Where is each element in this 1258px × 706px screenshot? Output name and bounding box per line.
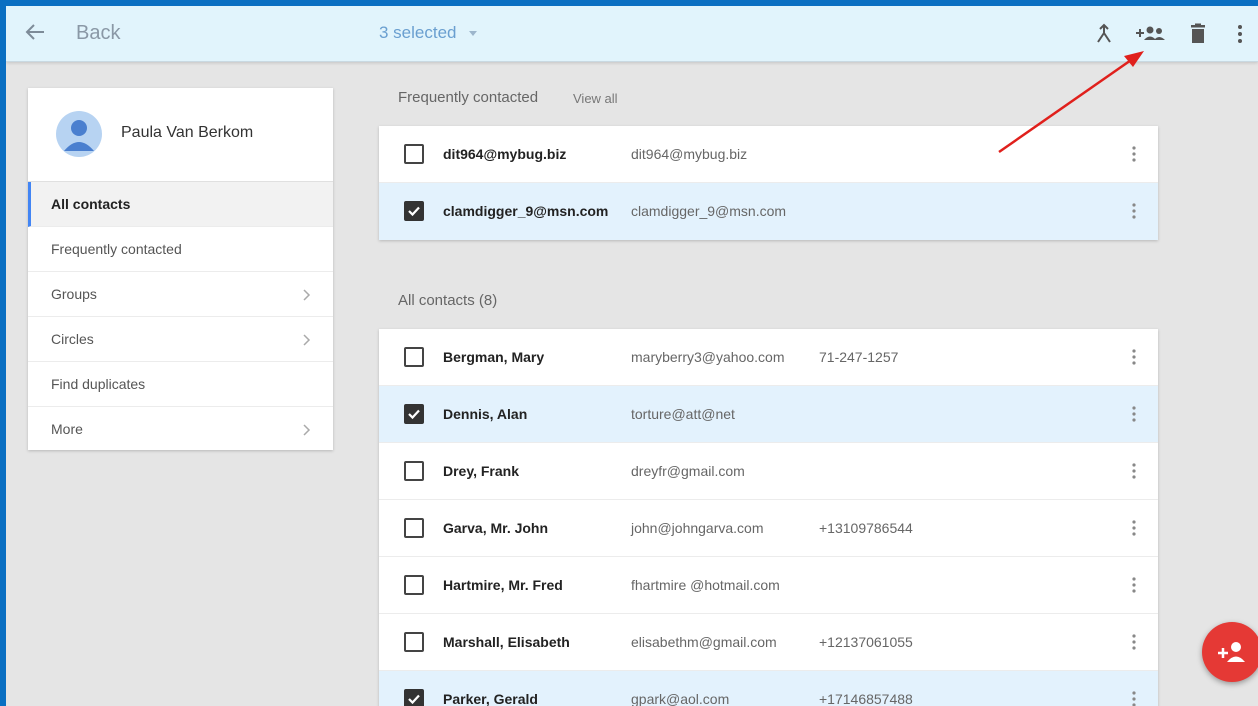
sidebar-item-all-contacts[interactable]: All contacts [28,182,333,227]
sidebar-item-frequently-contacted[interactable]: Frequently contacted [28,227,333,272]
chevron-down-icon [468,30,477,36]
sidebar-item-find-duplicates[interactable]: Find duplicates [28,362,333,407]
row-more-icon[interactable] [1132,202,1136,220]
contact-phone: +17146857488 [819,691,913,706]
contact-name: Parker, Gerald [443,691,538,706]
chevron-right-icon [303,334,311,346]
select-checkbox[interactable] [404,575,424,595]
contact-phone: +13109786544 [819,520,913,536]
add-contact-fab[interactable] [1202,622,1258,682]
check-icon [408,206,420,217]
contact-name: Garva, Mr. John [443,520,549,536]
sidebar-item-label: Frequently contacted [51,241,182,257]
sidebar-item-label: More [51,421,83,437]
select-checkbox[interactable] [404,201,424,221]
row-more-icon[interactable] [1132,348,1136,366]
check-icon [408,694,420,705]
contact-email: john@johngarva.com [631,520,764,536]
contact-email: elisabethm@gmail.com [631,634,777,650]
select-checkbox[interactable] [404,404,424,424]
contact-row[interactable]: Hartmire, Mr. Fred fhartmire @hotmail.com [379,557,1158,614]
contact-email: gpark@aol.com [631,691,730,706]
app-window: Back 3 selected Paula Van Berkom All con… [6,6,1258,706]
profile-header: Paula Van Berkom [28,88,333,182]
profile-name: Paula Van Berkom [121,124,254,141]
contact-name: Marshall, Elisabeth [443,634,570,650]
delete-icon[interactable] [1186,22,1210,46]
contact-row[interactable]: Bergman, Mary maryberry3@yahoo.com 71-247-… [379,329,1158,386]
row-more-icon[interactable] [1132,462,1136,480]
sidebar-item-more[interactable]: More [28,407,333,452]
sidebar: Paula Van Berkom All contacts Frequently … [28,88,333,450]
more-vert-icon[interactable] [1234,22,1246,46]
contact-row[interactable]: clamdigger_9@msn.com clamdigger_9@msn.com [379,183,1158,240]
chevron-right-icon [303,424,311,436]
chevron-right-icon [303,289,311,301]
contact-name: clamdigger_9@msn.com [443,203,609,219]
select-checkbox[interactable] [404,347,424,367]
contact-name: Bergman, Mary [443,349,545,365]
sidebar-item-circles[interactable]: Circles [28,317,333,362]
contact-name: Hartmire, Mr. Fred [443,577,563,593]
back-button[interactable]: Back [76,22,120,45]
contact-email: clamdigger_9@msn.com [631,203,787,219]
all-contacts-heading: All contacts (8) [398,292,498,309]
sidebar-item-label: Find duplicates [51,376,146,392]
contact-row[interactable]: Dennis, Alan torture@att@net [379,386,1158,443]
row-more-icon[interactable] [1132,405,1136,423]
contact-row[interactable]: Parker, Gerald gpark@aol.com +17146857488 [379,671,1158,706]
contact-email: maryberry3@yahoo.com [631,349,785,365]
sidebar-item-label: All contacts [51,196,131,212]
contact-name: Dennis, Alan [443,406,528,422]
select-checkbox[interactable] [404,689,424,706]
select-checkbox[interactable] [404,632,424,652]
contact-name: Drey, Frank [443,463,519,479]
row-more-icon[interactable] [1132,690,1136,706]
selection-toolbar: Back 3 selected [6,6,1258,62]
select-checkbox[interactable] [404,461,424,481]
add-person-icon [1218,642,1245,662]
contact-email: torture@att@net [631,406,735,422]
selection-count-label: 3 selected [379,23,457,42]
selection-dropdown[interactable]: 3 selected [379,23,477,43]
person-icon [64,120,94,151]
select-checkbox[interactable] [404,144,424,164]
merge-icon[interactable] [1092,22,1116,46]
check-icon [408,409,420,420]
all-contacts-card: Bergman, Mary maryberry3@yahoo.com 71-247-… [379,329,1158,706]
avatar[interactable] [56,111,102,157]
contact-name: dit964@mybug.biz [443,146,567,162]
sidebar-nav: All contacts Frequently contacted Groups Ci… [28,182,333,452]
contact-row[interactable]: Garva, Mr. John john@johngarva.com +131097… [379,500,1158,557]
sidebar-item-label: Groups [51,286,97,302]
sidebar-item-groups[interactable]: Groups [28,272,333,317]
contact-phone: 71-247-1257 [819,349,899,365]
contact-phone: +12137061055 [819,634,913,650]
row-more-icon[interactable] [1132,519,1136,537]
add-to-group-icon[interactable] [1134,22,1168,46]
frequent-contacts-card: dit964@mybug.biz dit964@mybug.biz clamdigg… [379,126,1158,240]
contact-row[interactable]: dit964@mybug.biz dit964@mybug.biz [379,126,1158,183]
contact-email: dreyfr@gmail.com [631,463,745,479]
select-checkbox[interactable] [404,518,424,538]
sidebar-item-label: Circles [51,331,94,347]
contact-row[interactable]: Drey, Frank dreyfr@gmail.com [379,443,1158,500]
contact-row[interactable]: Marshall, Elisabeth elisabethm@gmail.com +… [379,614,1158,671]
row-more-icon[interactable] [1132,633,1136,651]
view-all-link[interactable]: View all [573,91,618,106]
contact-email: dit964@mybug.biz [631,146,748,162]
frequent-heading: Frequently contacted [398,89,539,106]
row-more-icon[interactable] [1132,576,1136,594]
back-arrow-icon[interactable] [24,21,46,43]
contact-email: fhartmire @hotmail.com [631,577,780,593]
row-more-icon[interactable] [1132,145,1136,163]
